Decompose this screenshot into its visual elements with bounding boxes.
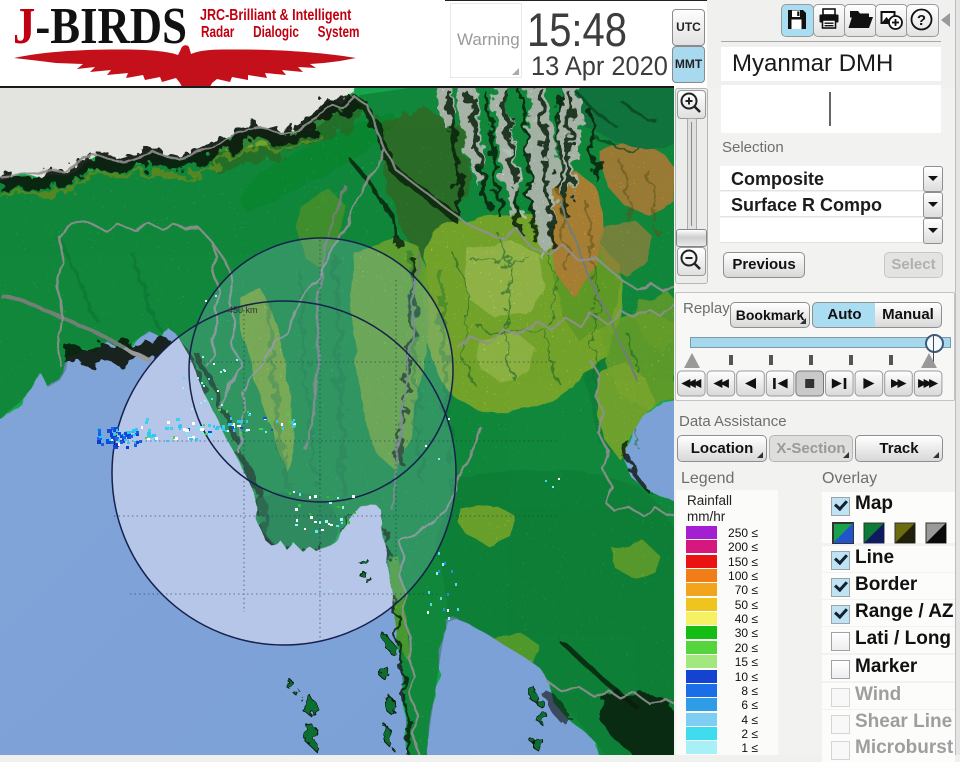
svg-text:450 km: 450 km bbox=[228, 305, 258, 315]
svg-text:?: ? bbox=[917, 12, 926, 29]
